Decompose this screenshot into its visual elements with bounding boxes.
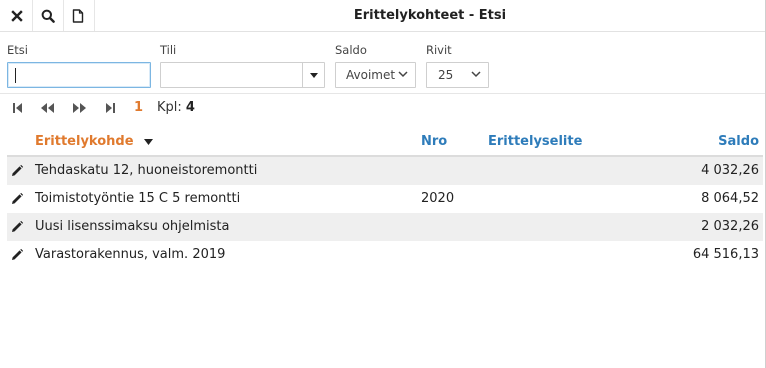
cell-saldo: 2 032,26	[701, 219, 759, 234]
window: Erittelykohteet - Etsi Etsi Tili Saldo R…	[0, 0, 766, 368]
cell-erittelykohde: Varastorakennus, valm. 2019	[35, 247, 226, 262]
account-combobox[interactable]	[160, 62, 325, 88]
first-page-button[interactable]	[7, 99, 27, 117]
search-input[interactable]	[7, 62, 151, 88]
saldo-select[interactable]: Avoimet	[335, 62, 416, 88]
current-page[interactable]: 1	[134, 99, 143, 117]
rivit-label: Rivit	[426, 43, 452, 57]
cell-erittelykohde: Uusi lisenssimaksu ohjelmista	[35, 219, 230, 234]
column-header-erittelykohde[interactable]: Erittelykohde	[35, 133, 154, 151]
document-icon	[72, 8, 84, 23]
close-icon	[11, 9, 23, 22]
close-button[interactable]	[2, 0, 32, 31]
pencil-icon[interactable]	[10, 164, 24, 178]
chevron-down-icon	[471, 71, 481, 78]
table-row[interactable]: Uusi lisenssimaksu ohjelmista 2 032,26	[7, 213, 763, 241]
record-count-label: Kpl:	[157, 100, 182, 115]
fast-forward-icon	[72, 103, 86, 113]
sort-descending-icon	[144, 138, 154, 145]
rows-select-value: 25	[438, 68, 454, 82]
filter-divider	[0, 93, 765, 94]
rows-select[interactable]: 25	[426, 62, 489, 88]
rewind-icon	[40, 103, 54, 113]
cell-erittelykohde: Tehdaskatu 12, huoneistoremontti	[35, 163, 258, 178]
column-header-nro[interactable]: Nro	[421, 133, 447, 151]
next-page-button[interactable]	[69, 99, 89, 117]
account-dropdown-button[interactable]	[302, 63, 324, 87]
tili-label: Tili	[160, 43, 177, 57]
new-document-button[interactable]	[63, 0, 93, 31]
table-row[interactable]: Tehdaskatu 12, huoneistoremontti 4 032,2…	[7, 157, 763, 185]
cell-saldo: 4 032,26	[701, 163, 759, 178]
caret-down-icon	[309, 72, 318, 78]
chevron-down-icon	[398, 71, 408, 78]
saldo-label: Saldo	[335, 43, 367, 57]
cell-nro: 2020	[421, 191, 455, 206]
pencil-icon[interactable]	[10, 220, 24, 234]
column-header-saldo[interactable]: Saldo	[600, 133, 759, 151]
etsi-label: Etsi	[7, 43, 28, 57]
last-page-icon	[105, 103, 115, 113]
column-header-label: Erittelykohde	[35, 134, 134, 149]
saldo-select-value: Avoimet	[346, 68, 396, 82]
window-title: Erittelykohteet - Etsi	[353, 8, 507, 23]
search-icon	[41, 9, 55, 23]
cell-erittelykohde: Toimistotyöntie 15 C 5 remontti	[35, 191, 241, 206]
toolbar: Erittelykohteet - Etsi	[0, 0, 765, 32]
pencil-icon[interactable]	[10, 248, 24, 262]
record-count-value: 4	[185, 100, 195, 115]
previous-page-button[interactable]	[37, 99, 57, 117]
column-header-erittelyselite[interactable]: Erittelyselite	[488, 133, 582, 151]
cell-saldo: 8 064,52	[701, 191, 759, 206]
cell-saldo: 64 516,13	[692, 247, 759, 262]
search-button[interactable]	[33, 0, 63, 31]
text-caret	[15, 68, 16, 83]
first-page-icon	[12, 103, 22, 113]
table-row[interactable]: Varastorakennus, valm. 2019 64 516,13	[7, 241, 763, 269]
table-row[interactable]: Toimistotyöntie 15 C 5 remontti 2020 8 0…	[7, 185, 763, 213]
last-page-button[interactable]	[100, 99, 120, 117]
record-count: Kpl: 4	[157, 99, 195, 117]
pencil-icon[interactable]	[10, 192, 24, 206]
